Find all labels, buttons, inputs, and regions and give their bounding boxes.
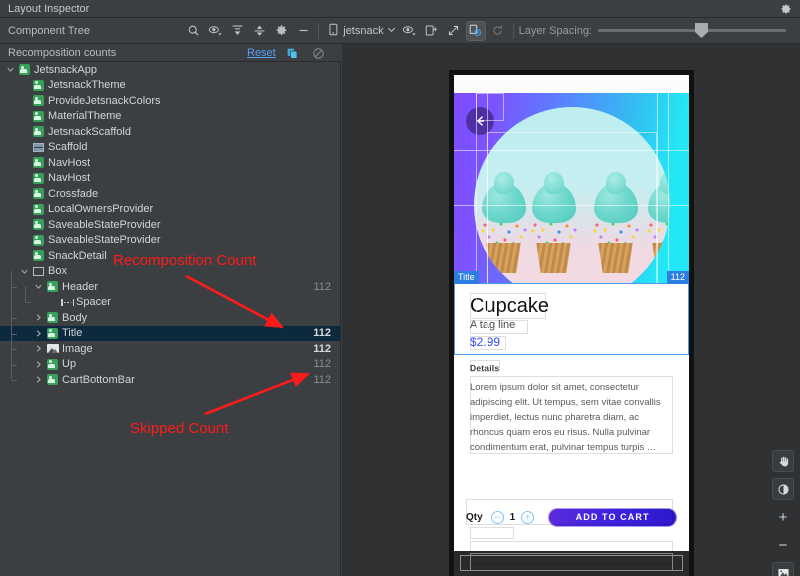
arrow-skipped [205,374,308,414]
arrow-recomposition [186,276,282,327]
annotation-arrows [0,0,800,576]
